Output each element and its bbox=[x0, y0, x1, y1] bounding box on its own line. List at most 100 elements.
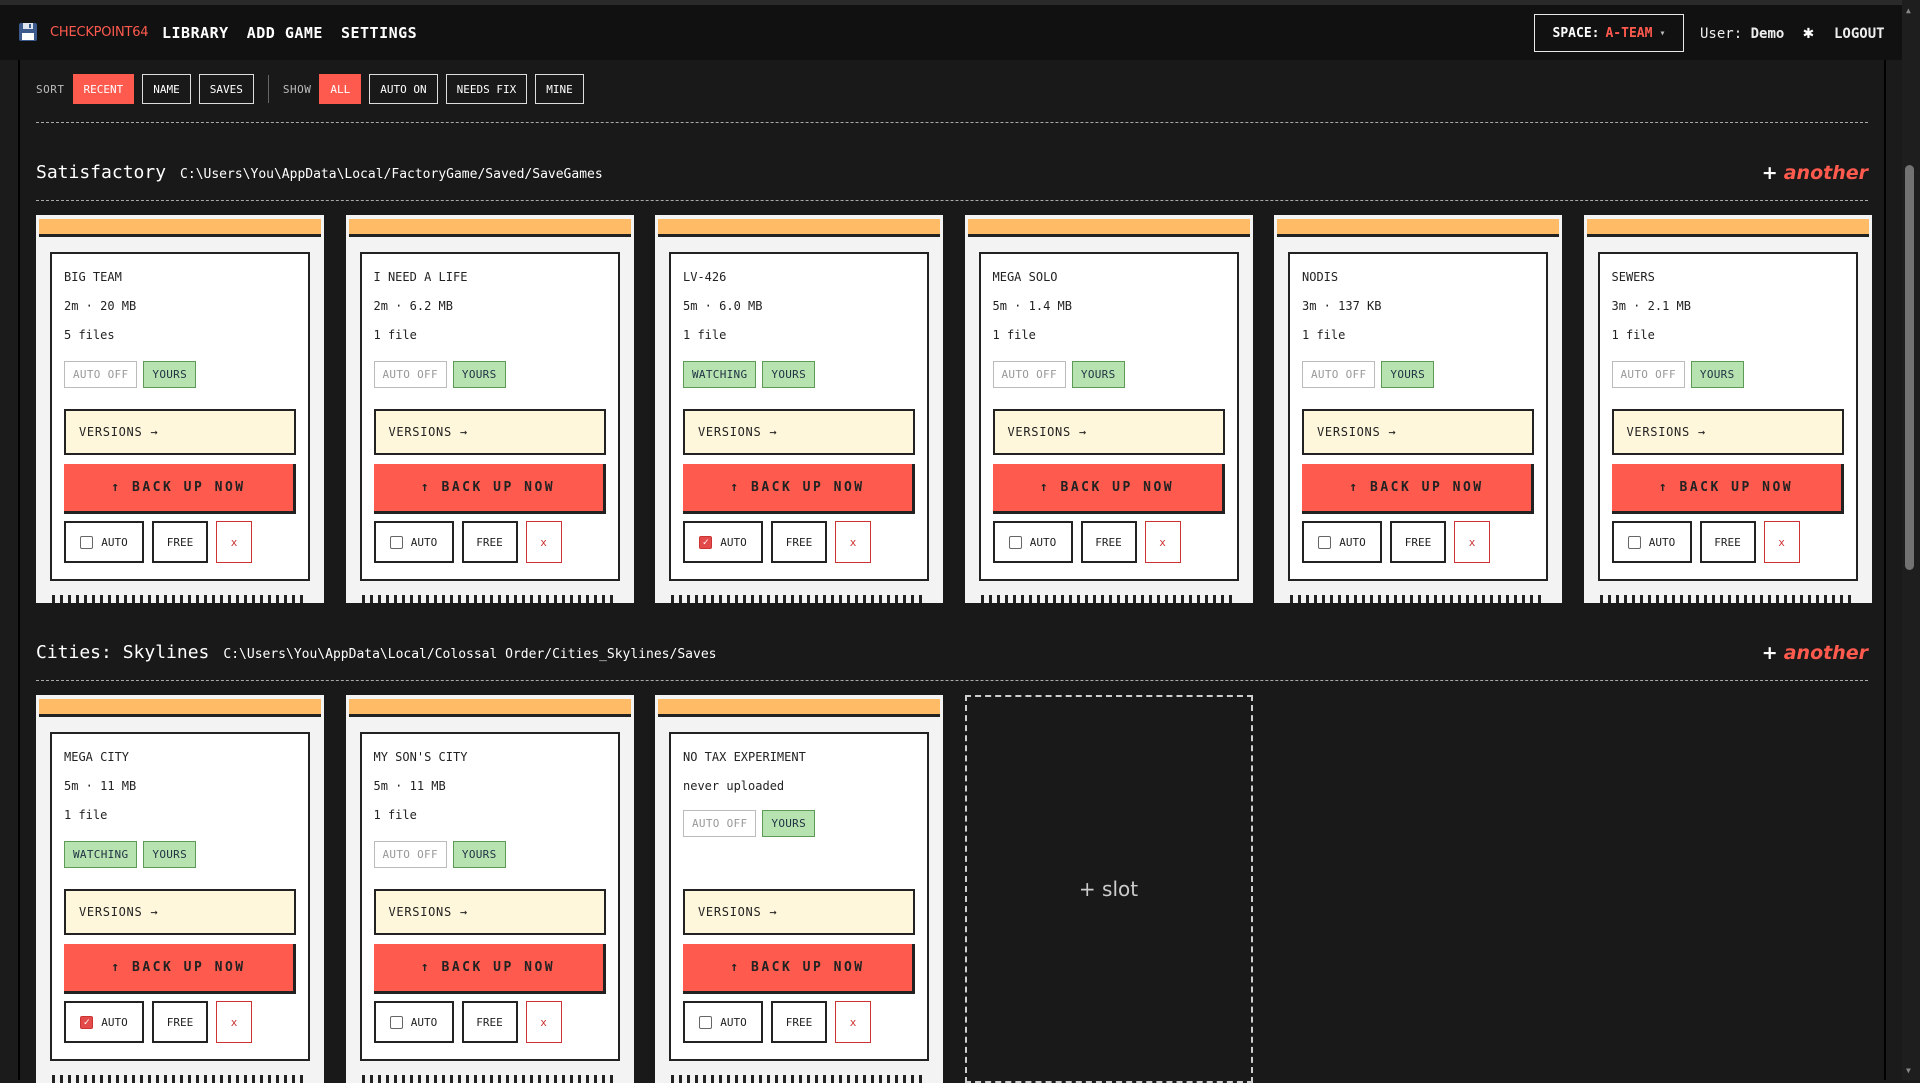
space-label: SPACE: bbox=[1552, 25, 1600, 41]
gear-icon[interactable]: ✱ bbox=[1803, 22, 1814, 43]
scrollbar[interactable]: ▲ ▼ bbox=[1902, 0, 1920, 1080]
back-up-now-button[interactable]: ↑ BACK UP NOW bbox=[992, 464, 1225, 514]
auto-checkbox[interactable]: ✓ bbox=[80, 1015, 94, 1029]
free-button[interactable]: FREE bbox=[1390, 521, 1446, 563]
auto-checkbox[interactable] bbox=[699, 1015, 713, 1029]
delete-button[interactable]: x bbox=[1454, 521, 1490, 563]
owner-badge: YOURS bbox=[1381, 361, 1435, 388]
card-header-bar bbox=[658, 699, 940, 717]
back-up-now-button[interactable]: ↑ BACK UP NOW bbox=[683, 944, 915, 994]
delete-button[interactable]: x bbox=[525, 521, 562, 563]
versions-button[interactable]: VERSIONS → bbox=[683, 409, 915, 455]
sort-saves-button[interactable]: SAVES bbox=[198, 74, 254, 104]
auto-toggle[interactable]: AUTO bbox=[373, 1001, 454, 1043]
delete-button[interactable]: x bbox=[525, 1001, 562, 1043]
free-button[interactable]: FREE bbox=[1699, 521, 1756, 563]
free-button[interactable]: FREE bbox=[461, 521, 518, 563]
auto-checkbox[interactable] bbox=[1318, 535, 1332, 549]
back-up-now-button[interactable]: ↑ BACK UP NOW bbox=[1302, 464, 1534, 514]
save-card: NODIS 3m · 137 KB 1 file AUTO OFF YOURS VERSI… bbox=[1274, 215, 1562, 603]
back-up-now-button[interactable]: ↑ BACK UP NOW bbox=[64, 944, 296, 994]
delete-button[interactable]: x bbox=[1763, 521, 1800, 563]
logout-button[interactable]: LOGOUT bbox=[1834, 26, 1885, 42]
versions-button[interactable]: VERSIONS → bbox=[64, 889, 296, 935]
card-header-bar bbox=[348, 219, 631, 237]
back-up-now-button[interactable]: ↑ BACK UP NOW bbox=[1611, 464, 1844, 514]
owner-badge: YOURS bbox=[452, 841, 506, 868]
free-button[interactable]: FREE bbox=[1080, 521, 1137, 563]
scrollbar-thumb[interactable] bbox=[1905, 165, 1914, 570]
versions-button[interactable]: VERSIONS → bbox=[992, 409, 1225, 455]
save-card: SEWERS 3m · 2.1 MB 1 file AUTO OFF YOURS VERS… bbox=[1583, 215, 1872, 603]
add-another-button[interactable]: + another bbox=[1762, 642, 1868, 664]
sort-recent-button[interactable]: RECENT bbox=[72, 74, 135, 104]
auto-toggle[interactable]: AUTO bbox=[1302, 521, 1382, 563]
save-tags: AUTO OFF YOURS bbox=[1611, 361, 1744, 388]
sort-name-button[interactable]: NAME bbox=[142, 74, 191, 104]
game-section-header: Cities: Skylines C:\Users\You\AppData\Loc… bbox=[36, 642, 716, 663]
add-slot-button[interactable]: + slot bbox=[964, 695, 1253, 1083]
back-up-now-button[interactable]: ↑ BACK UP NOW bbox=[683, 464, 915, 514]
auto-checkbox[interactable] bbox=[1627, 535, 1641, 549]
free-button[interactable]: FREE bbox=[152, 521, 208, 563]
show-needs-fix-button[interactable]: NEEDS FIX bbox=[445, 74, 528, 104]
delete-button[interactable]: x bbox=[216, 1001, 252, 1043]
versions-button[interactable]: VERSIONS → bbox=[64, 409, 296, 455]
save-meta: 2m · 6.2 MB bbox=[373, 299, 453, 313]
free-button[interactable]: FREE bbox=[771, 521, 827, 563]
auto-label: AUTO bbox=[101, 1015, 128, 1029]
auto-checkbox[interactable] bbox=[1008, 535, 1022, 549]
back-up-now-button[interactable]: ↑ BACK UP NOW bbox=[64, 464, 296, 514]
card-actions: AUTO FREE x bbox=[373, 521, 562, 563]
show-auto-on-button[interactable]: AUTO ON bbox=[369, 74, 438, 104]
delete-button[interactable]: x bbox=[835, 521, 871, 563]
auto-toggle[interactable]: AUTO bbox=[373, 521, 454, 563]
space-value: A-TEAM bbox=[1605, 25, 1653, 41]
save-card-body: LV-426 5m · 6.0 MB 1 file WATCHING YOURS VERS… bbox=[669, 252, 929, 581]
save-tags: WATCHING YOURS bbox=[683, 361, 816, 388]
space-selector[interactable]: SPACE: A-TEAM ▾ bbox=[1534, 14, 1684, 52]
save-card: MY SON'S CITY 5m · 11 MB 1 file AUTO OFF YOU… bbox=[345, 695, 634, 1083]
delete-button[interactable]: x bbox=[216, 521, 252, 563]
nav-add-game[interactable]: ADD GAME bbox=[247, 24, 323, 42]
delete-button[interactable]: x bbox=[1144, 521, 1181, 563]
scroll-down-icon[interactable]: ▼ bbox=[1906, 1066, 1911, 1075]
back-up-now-button[interactable]: ↑ BACK UP NOW bbox=[373, 464, 606, 514]
nav-library[interactable]: LIBRARY bbox=[162, 24, 229, 42]
status-badge: AUTO OFF bbox=[373, 841, 447, 868]
save-file-count: 1 file bbox=[683, 328, 727, 342]
save-name: I NEED A LIFE bbox=[373, 270, 468, 284]
free-button[interactable]: FREE bbox=[771, 1001, 827, 1043]
auto-checkbox[interactable] bbox=[389, 535, 403, 549]
show-mine-button[interactable]: MINE bbox=[535, 74, 584, 104]
versions-button[interactable]: VERSIONS → bbox=[373, 409, 606, 455]
card-header-bar bbox=[39, 699, 321, 717]
free-button[interactable]: FREE bbox=[461, 1001, 518, 1043]
card-actions: AUTO FREE x bbox=[1302, 521, 1490, 563]
auto-checkbox[interactable]: ✓ bbox=[699, 535, 713, 549]
auto-checkbox[interactable] bbox=[389, 1015, 403, 1029]
auto-checkbox[interactable] bbox=[80, 535, 94, 549]
auto-toggle[interactable]: AUTO bbox=[683, 1001, 763, 1043]
add-another-button[interactable]: + another bbox=[1762, 162, 1868, 184]
auto-toggle[interactable]: AUTO bbox=[992, 521, 1073, 563]
show-all-button[interactable]: ALL bbox=[319, 74, 362, 104]
app-logo[interactable]: CHECKPOINT64 bbox=[18, 22, 149, 42]
nav-settings[interactable]: SETTINGS bbox=[341, 24, 417, 42]
versions-button[interactable]: VERSIONS → bbox=[1302, 409, 1534, 455]
save-meta: 5m · 6.0 MB bbox=[683, 299, 763, 313]
floppy-disk-icon bbox=[19, 23, 37, 41]
versions-button[interactable]: VERSIONS → bbox=[1611, 409, 1844, 455]
auto-toggle[interactable]: AUTO bbox=[1611, 521, 1692, 563]
auto-toggle[interactable]: ✓ AUTO bbox=[683, 521, 763, 563]
free-button[interactable]: FREE bbox=[152, 1001, 208, 1043]
scroll-up-icon[interactable]: ▲ bbox=[1906, 6, 1911, 15]
save-tags: AUTO OFF YOURS bbox=[992, 361, 1125, 388]
back-up-now-button[interactable]: ↑ BACK UP NOW bbox=[373, 944, 606, 994]
delete-button[interactable]: x bbox=[835, 1001, 871, 1043]
auto-toggle[interactable]: ✓ AUTO bbox=[64, 1001, 144, 1043]
versions-button[interactable]: VERSIONS → bbox=[373, 889, 606, 935]
versions-button[interactable]: VERSIONS → bbox=[683, 889, 915, 935]
auto-toggle[interactable]: AUTO bbox=[64, 521, 144, 563]
save-file-count: 1 file bbox=[1302, 328, 1346, 342]
